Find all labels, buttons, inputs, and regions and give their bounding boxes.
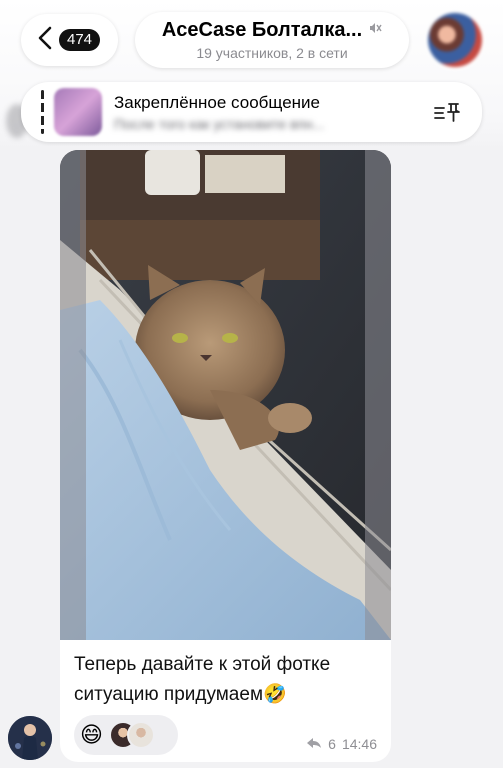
reaction-bar[interactable]: 😄 [74, 715, 178, 755]
reply-arrow-icon[interactable] [306, 736, 322, 752]
chat-subtitle: 19 участников, 2 в сети [196, 45, 348, 61]
chat-title-button[interactable]: AceCase Болталка... 19 участников, 2 в с… [135, 12, 409, 68]
mute-icon [368, 21, 382, 40]
message-time: 14:46 [341, 736, 377, 752]
chevron-left-icon [37, 26, 53, 55]
chat-title: AceCase Болталка... [161, 19, 363, 41]
message-meta: 6 14:46 [306, 736, 377, 752]
unread-count-badge: 474 [59, 29, 101, 51]
chat-header: 474 AceCase Болталка... 19 участников, 2… [0, 0, 503, 150]
message-text: Теперь давайте к этой фотке ситуацию при… [74, 654, 331, 705]
pinned-preview: После того как установите впн... [114, 115, 325, 132]
message-photo[interactable] [60, 150, 391, 640]
message-bubble[interactable]: Теперь давайте к этой фотке ситуацию при… [60, 150, 391, 762]
pin-icon[interactable] [432, 97, 462, 127]
reply-count: 6 [328, 736, 336, 752]
pinned-message-bar[interactable]: Закреплённое сообщение После того как ус… [21, 82, 482, 142]
pinned-thumbnail [54, 88, 102, 136]
pinned-title: Закреплённое сообщение [114, 92, 320, 112]
reactor-avatar [126, 721, 155, 749]
pinned-indicator [41, 90, 44, 134]
smile-emoji-icon: 😄 [80, 722, 103, 747]
chat-avatar[interactable] [428, 13, 482, 67]
back-button[interactable]: 474 [21, 14, 118, 66]
sender-avatar[interactable] [8, 716, 52, 760]
